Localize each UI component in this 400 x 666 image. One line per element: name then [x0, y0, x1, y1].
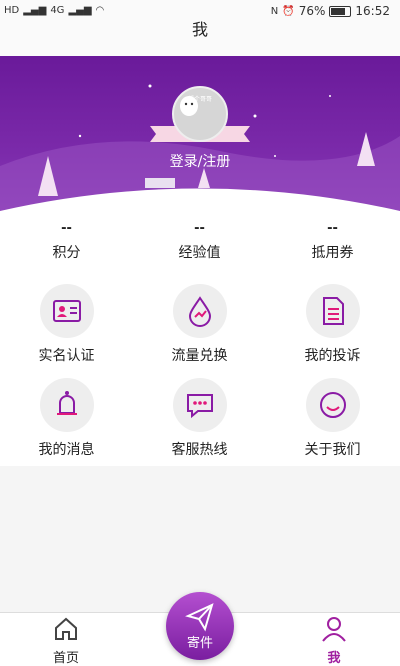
- battery-icon: [329, 5, 352, 17]
- stat-value: --: [194, 221, 205, 236]
- menu-about-us[interactable]: 关于我们: [266, 378, 399, 459]
- stat-points[interactable]: -- 积分: [0, 222, 133, 262]
- status-right: N ⏰ 76% 16:52: [271, 4, 390, 18]
- menu-real-name-auth[interactable]: 实名认证: [0, 284, 133, 365]
- send-parcel-button[interactable]: 寄件: [166, 592, 234, 660]
- menu-data-exchange[interactable]: 流量兑换: [133, 284, 266, 365]
- tab-label: 首页: [52, 651, 79, 666]
- menu-label: 客服热线: [171, 442, 228, 458]
- page-title-bar: 我: [0, 22, 400, 56]
- battery-percent: 76%: [298, 4, 326, 18]
- profile-hero: 帮个哥哥 登录/注册: [0, 56, 400, 216]
- menu-label: 我的消息: [38, 442, 95, 458]
- stat-label: 抵用券: [311, 245, 354, 261]
- stat-value: --: [327, 221, 338, 236]
- user-icon: [322, 617, 346, 642]
- avatar-bird-icon: [180, 96, 198, 116]
- login-register-link[interactable]: 登录/注册: [0, 151, 400, 171]
- stat-label: 积分: [52, 245, 81, 261]
- menu-my-complaints[interactable]: 我的投诉: [266, 284, 399, 365]
- stat-coupons[interactable]: -- 抵用券: [266, 222, 399, 262]
- id-card-icon: [52, 300, 81, 322]
- nfc-icon: N: [270, 5, 279, 17]
- status-left: HD ▂▄▆ 4G ▂▄▆ ◠: [4, 5, 104, 16]
- menu-my-messages[interactable]: 我的消息: [0, 378, 133, 459]
- menu-label: 我的投诉: [304, 348, 361, 364]
- page-title: 我: [191, 20, 208, 39]
- wifi-icon: ◠: [95, 5, 105, 16]
- chat-bubble-icon: [186, 394, 213, 419]
- smile-icon: [319, 392, 346, 418]
- menu-label: 实名认证: [38, 348, 95, 364]
- menu-service-hotline[interactable]: 客服热线: [133, 378, 266, 459]
- alarm-icon: ⏰: [282, 5, 295, 17]
- menu-label: 流量兑换: [171, 348, 228, 364]
- tab-me[interactable]: 我: [294, 613, 374, 666]
- stat-value: --: [61, 221, 72, 236]
- network-type: 4G: [50, 5, 65, 16]
- send-label: 寄件: [186, 636, 213, 651]
- stat-experience[interactable]: -- 经验值: [133, 222, 266, 262]
- tab-home[interactable]: 首页: [26, 613, 106, 666]
- avatar[interactable]: 帮个哥哥: [172, 86, 228, 142]
- document-icon: [322, 297, 344, 325]
- hd-badge: HD: [4, 5, 20, 16]
- paper-plane-icon: [185, 603, 214, 632]
- profile-content: -- 积分 -- 经验值 -- 抵用券 实名认证 流量兑换 我的投诉 我的消息 …: [0, 216, 400, 466]
- bell-icon: [56, 391, 77, 415]
- signal-icon: ▂▄▆: [23, 5, 47, 16]
- tab-label: 我: [327, 651, 341, 666]
- home-icon: [55, 617, 77, 640]
- data-drop-icon: [188, 296, 211, 327]
- signal-icon-2: ▂▄▆: [68, 5, 92, 16]
- menu-label: 关于我们: [304, 442, 361, 458]
- clock: 16:52: [355, 4, 390, 18]
- stat-label: 经验值: [178, 245, 221, 261]
